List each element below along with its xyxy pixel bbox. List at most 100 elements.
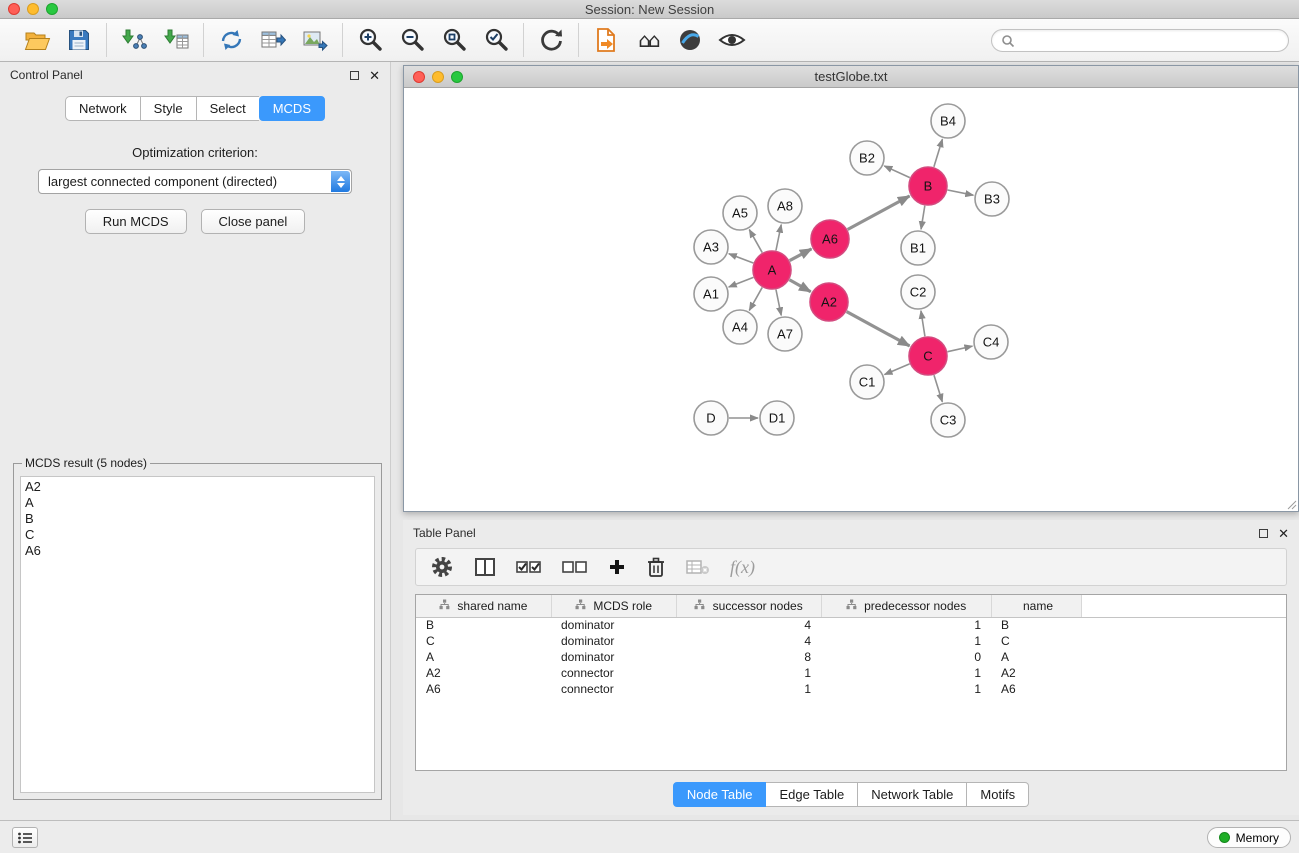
graph-node-D[interactable]: D	[694, 401, 728, 435]
show-graphics-details-button[interactable]	[714, 23, 750, 57]
network-zoom-button[interactable]	[451, 71, 463, 83]
import-table-from-file-button[interactable]	[158, 23, 194, 57]
task-history-button[interactable]	[12, 827, 38, 848]
zoom-fit-button[interactable]	[436, 23, 472, 57]
graph-node-C4[interactable]: C4	[974, 325, 1008, 359]
graph-node-A5[interactable]: A5	[723, 196, 757, 230]
column-header-shared-name[interactable]: shared name	[416, 595, 551, 617]
float-table-panel-icon[interactable]	[1259, 529, 1268, 538]
export-table-button[interactable]	[255, 23, 291, 57]
network-canvas[interactable]: AA6A2BCA1A3A4A5A7A8B1B2B3B4C1C2C3C4DD1	[404, 88, 1298, 511]
float-panel-icon[interactable]	[350, 71, 359, 80]
create-column-button[interactable]	[608, 558, 626, 576]
graph-edge[interactable]	[921, 311, 925, 336]
table-row[interactable]: Adominator80A	[416, 649, 1286, 665]
visual-style-button[interactable]	[672, 23, 708, 57]
graph-edge[interactable]	[789, 280, 810, 292]
zoom-window-button[interactable]	[46, 3, 58, 15]
delete-table-button[interactable]	[686, 558, 710, 576]
graph-edge[interactable]	[729, 277, 754, 287]
deselect-all-button[interactable]	[562, 558, 588, 576]
search-input[interactable]	[1020, 34, 1279, 48]
graph-node-B3[interactable]: B3	[975, 182, 1009, 216]
graph-node-A2[interactable]: A2	[810, 283, 848, 321]
column-header-predecessor-nodes[interactable]: predecessor nodes	[821, 595, 991, 617]
import-network-from-file-button[interactable]	[116, 23, 152, 57]
graph-node-D1[interactable]: D1	[760, 401, 794, 435]
close-panel-button[interactable]: Close panel	[201, 209, 306, 234]
column-header-successor-nodes[interactable]: successor nodes	[676, 595, 821, 617]
tab-mcds[interactable]: MCDS	[259, 96, 325, 121]
network-minimize-button[interactable]	[432, 71, 444, 83]
tab-edge-table[interactable]: Edge Table	[766, 782, 858, 807]
graph-node-A1[interactable]: A1	[694, 277, 728, 311]
mcds-result-list[interactable]: A2ABCA6	[20, 476, 375, 793]
graph-edge[interactable]	[749, 287, 762, 310]
result-item[interactable]: A	[25, 495, 370, 511]
table-mode-button[interactable]	[430, 555, 454, 579]
network-close-button[interactable]	[413, 71, 425, 83]
graph-edge[interactable]	[776, 290, 781, 316]
node-table[interactable]: shared name MCDS role successor nodes	[416, 595, 1286, 697]
zoom-selected-button[interactable]	[478, 23, 514, 57]
export-image-button[interactable]	[297, 23, 333, 57]
open-session-button[interactable]	[19, 23, 55, 57]
table-row[interactable]: A6connector11A6	[416, 681, 1286, 697]
graph-edge[interactable]	[884, 166, 910, 178]
graph-edge[interactable]	[776, 225, 781, 251]
graph-node-A3[interactable]: A3	[694, 230, 728, 264]
graph-edge[interactable]	[729, 254, 754, 263]
open-network-file-button[interactable]	[588, 23, 624, 57]
optimization-criterion-select[interactable]: largest connected component (directed)	[38, 169, 352, 194]
graph-edge[interactable]	[934, 375, 942, 402]
apply-preferred-layout-button[interactable]	[533, 23, 569, 57]
graph-node-A6[interactable]: A6	[811, 220, 849, 258]
function-builder-button[interactable]: f(x)	[730, 557, 755, 578]
resize-handle[interactable]	[1285, 498, 1297, 510]
new-network-button[interactable]	[213, 23, 249, 57]
graph-edge[interactable]	[948, 346, 973, 352]
graph-node-C2[interactable]: C2	[901, 275, 935, 309]
save-session-button[interactable]	[61, 23, 97, 57]
tab-style[interactable]: Style	[140, 96, 196, 121]
tab-node-table[interactable]: Node Table	[673, 782, 767, 807]
graph-node-C1[interactable]: C1	[850, 365, 884, 399]
zoom-in-button[interactable]	[352, 23, 388, 57]
result-item[interactable]: A2	[25, 479, 370, 495]
memory-button[interactable]: Memory	[1207, 827, 1291, 848]
run-mcds-button[interactable]: Run MCDS	[85, 209, 187, 234]
graph-node-A8[interactable]: A8	[768, 189, 802, 223]
result-item[interactable]: A6	[25, 543, 370, 559]
select-all-button[interactable]	[516, 558, 542, 576]
graph-node-A[interactable]: A	[753, 251, 791, 289]
tab-network[interactable]: Network	[65, 96, 140, 121]
graph-node-A7[interactable]: A7	[768, 317, 802, 351]
column-header-mcds-role[interactable]: MCDS role	[551, 595, 676, 617]
close-panel-icon[interactable]: ✕	[369, 69, 380, 82]
graph-edge[interactable]	[749, 230, 762, 253]
graph-node-B4[interactable]: B4	[931, 104, 965, 138]
graph-node-C3[interactable]: C3	[931, 403, 965, 437]
minimize-window-button[interactable]	[27, 3, 39, 15]
graph-edge[interactable]	[790, 249, 812, 261]
close-window-button[interactable]	[8, 3, 20, 15]
column-selector-button[interactable]	[474, 557, 496, 577]
result-item[interactable]: B	[25, 511, 370, 527]
graph-node-B[interactable]: B	[909, 167, 947, 205]
tab-select[interactable]: Select	[196, 96, 259, 121]
graph-node-A4[interactable]: A4	[723, 310, 757, 344]
home-button[interactable]: ⌂⌂	[630, 23, 666, 57]
table-row[interactable]: Bdominator41B	[416, 617, 1286, 633]
close-table-panel-icon[interactable]: ✕	[1278, 527, 1289, 540]
tab-motifs[interactable]: Motifs	[967, 782, 1029, 807]
graph-edge[interactable]	[948, 190, 974, 195]
graph-edge[interactable]	[884, 364, 909, 375]
table-row[interactable]: Cdominator41C	[416, 633, 1286, 649]
column-header-name[interactable]: name	[991, 595, 1081, 617]
result-item[interactable]: C	[25, 527, 370, 543]
delete-columns-button[interactable]	[646, 556, 666, 578]
graph-edge[interactable]	[848, 196, 910, 229]
tab-network-table[interactable]: Network Table	[858, 782, 967, 807]
table-row[interactable]: A2connector11A2	[416, 665, 1286, 681]
network-window-titlebar[interactable]: testGlobe.txt	[404, 66, 1298, 88]
